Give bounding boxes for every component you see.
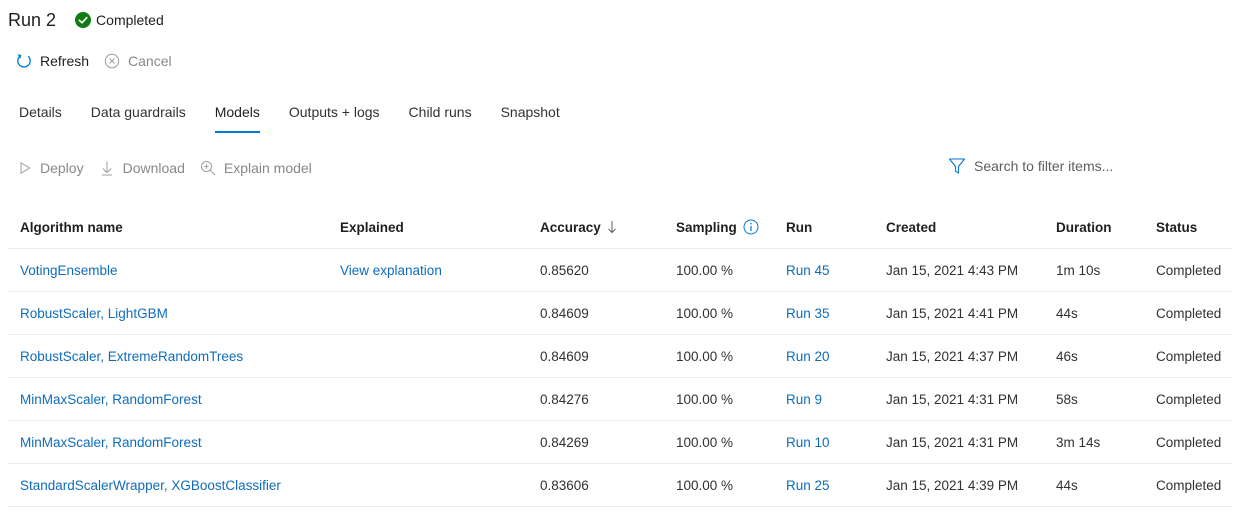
status-value: Completed	[1156, 262, 1222, 278]
run-link[interactable]: Run 35	[786, 306, 830, 321]
status-value: Completed	[1156, 348, 1222, 364]
col-accuracy-label: Accuracy	[540, 219, 601, 235]
run-link[interactable]: Run 25	[786, 478, 830, 493]
run-header: Run 2 Completed	[8, 8, 164, 32]
tab-outputs-logs[interactable]: Outputs + logs	[289, 104, 380, 136]
models-table: Algorithm name Explained Accuracy Sampli…	[8, 206, 1232, 507]
duration-value: 3m 14s	[1056, 434, 1101, 450]
filter-search[interactable]: Search to filter items...	[948, 156, 1113, 176]
col-created[interactable]: Created	[886, 220, 936, 235]
algorithm-link[interactable]: RobustScaler, LightGBM	[20, 306, 168, 321]
table-row[interactable]: RobustScaler, ExtremeRandomTrees 0.84609…	[8, 335, 1232, 378]
col-algorithm-name[interactable]: Algorithm name	[20, 220, 123, 235]
col-duration[interactable]: Duration	[1056, 220, 1112, 235]
download-label: Download	[122, 160, 185, 176]
run-link[interactable]: Run 9	[786, 392, 822, 407]
created-value: Jan 15, 2021 4:43 PM	[886, 262, 1019, 278]
status-badge: Completed	[75, 12, 164, 28]
status-value: Completed	[1156, 391, 1222, 407]
accuracy-value: 0.85620	[540, 262, 589, 278]
deploy-button[interactable]: Deploy	[18, 160, 84, 176]
table-row[interactable]: StandardScalerWrapper, XGBoostClassifier…	[8, 464, 1232, 507]
cancel-button[interactable]: Cancel	[104, 53, 172, 69]
duration-value: 58s	[1056, 391, 1078, 407]
tab-snapshot[interactable]: Snapshot	[501, 104, 560, 136]
tab-models[interactable]: Models	[214, 104, 261, 136]
sampling-value: 100.00 %	[676, 477, 734, 493]
table-row[interactable]: MinMaxScaler, RandomForest 0.84276 100.0…	[8, 378, 1232, 421]
table-header: Algorithm name Explained Accuracy Sampli…	[8, 206, 1232, 249]
accuracy-value: 0.84609	[540, 348, 589, 364]
refresh-label: Refresh	[40, 53, 90, 69]
col-explained[interactable]: Explained	[340, 220, 404, 235]
algorithm-link[interactable]: MinMaxScaler, RandomForest	[20, 435, 202, 450]
sampling-value: 100.00 %	[676, 434, 734, 450]
col-sampling-label: Sampling	[676, 219, 737, 235]
table-row[interactable]: RobustScaler, LightGBM 0.84609 100.00 % …	[8, 292, 1232, 335]
status-text: Completed	[96, 12, 164, 28]
accuracy-value: 0.84609	[540, 305, 589, 321]
duration-value: 1m 10s	[1056, 262, 1101, 278]
cancel-label: Cancel	[128, 53, 172, 69]
algorithm-link[interactable]: MinMaxScaler, RandomForest	[20, 392, 202, 407]
sampling-value: 100.00 %	[676, 262, 734, 278]
table-row[interactable]: MinMaxScaler, RandomForest 0.84269 100.0…	[8, 421, 1232, 464]
status-value: Completed	[1156, 434, 1222, 450]
table-row[interactable]: VotingEnsemble View explanation 0.85620 …	[8, 249, 1232, 292]
created-value: Jan 15, 2021 4:39 PM	[886, 477, 1019, 493]
play-icon	[20, 161, 31, 175]
status-value: Completed	[1156, 477, 1222, 493]
accuracy-value: 0.83606	[540, 477, 589, 493]
run-details-page: Run 2 Completed Refresh Cancel Details D…	[0, 0, 1233, 518]
col-status[interactable]: Status	[1156, 220, 1197, 235]
duration-value: 44s	[1056, 305, 1078, 321]
filter-placeholder: Search to filter items...	[974, 158, 1114, 174]
tab-details[interactable]: Details	[19, 104, 62, 136]
algorithm-link[interactable]: StandardScalerWrapper, XGBoostClassifier	[20, 478, 281, 493]
run-commands: Refresh Cancel	[16, 50, 172, 72]
col-run[interactable]: Run	[786, 220, 812, 235]
download-icon	[101, 161, 112, 176]
deploy-label: Deploy	[40, 160, 84, 176]
sampling-value: 100.00 %	[676, 348, 734, 364]
tab-child-runs[interactable]: Child runs	[409, 104, 472, 136]
explain-model-label: Explain model	[223, 160, 312, 176]
check-circle-icon	[75, 12, 92, 28]
refresh-button[interactable]: Refresh	[16, 53, 89, 69]
refresh-icon	[17, 54, 31, 68]
zoom-in-icon	[200, 161, 216, 176]
created-value: Jan 15, 2021 4:37 PM	[886, 348, 1019, 364]
accuracy-value: 0.84269	[540, 434, 589, 450]
download-button[interactable]: Download	[99, 160, 185, 176]
view-explanation-link[interactable]: View explanation	[340, 263, 442, 278]
tab-data-guardrails[interactable]: Data guardrails	[91, 104, 186, 136]
sampling-value: 100.00 %	[676, 391, 734, 407]
filter-icon	[948, 158, 966, 174]
algorithm-link[interactable]: RobustScaler, ExtremeRandomTrees	[20, 349, 243, 364]
sampling-value: 100.00 %	[676, 305, 734, 321]
run-title: Run 2	[8, 9, 57, 30]
created-value: Jan 15, 2021 4:31 PM	[886, 391, 1019, 407]
cancel-circle-icon	[104, 53, 120, 69]
run-tabs: Details Data guardrails Models Outputs +…	[19, 104, 589, 136]
run-link[interactable]: Run 45	[786, 263, 830, 278]
run-link[interactable]: Run 10	[786, 435, 830, 450]
explain-model-button[interactable]: Explain model	[200, 160, 312, 176]
created-value: Jan 15, 2021 4:31 PM	[886, 434, 1019, 450]
status-value: Completed	[1156, 305, 1222, 321]
info-icon[interactable]	[743, 219, 759, 235]
algorithm-link[interactable]: VotingEnsemble	[20, 263, 118, 278]
accuracy-value: 0.84276	[540, 391, 589, 407]
duration-value: 46s	[1056, 348, 1078, 364]
run-link[interactable]: Run 20	[786, 349, 830, 364]
col-accuracy[interactable]: Accuracy	[540, 220, 617, 235]
model-toolbar: Deploy Download Explain model	[18, 157, 327, 179]
created-value: Jan 15, 2021 4:41 PM	[886, 305, 1019, 321]
col-sampling[interactable]: Sampling	[676, 219, 759, 235]
duration-value: 44s	[1056, 477, 1078, 493]
sort-descending-icon	[607, 221, 616, 234]
